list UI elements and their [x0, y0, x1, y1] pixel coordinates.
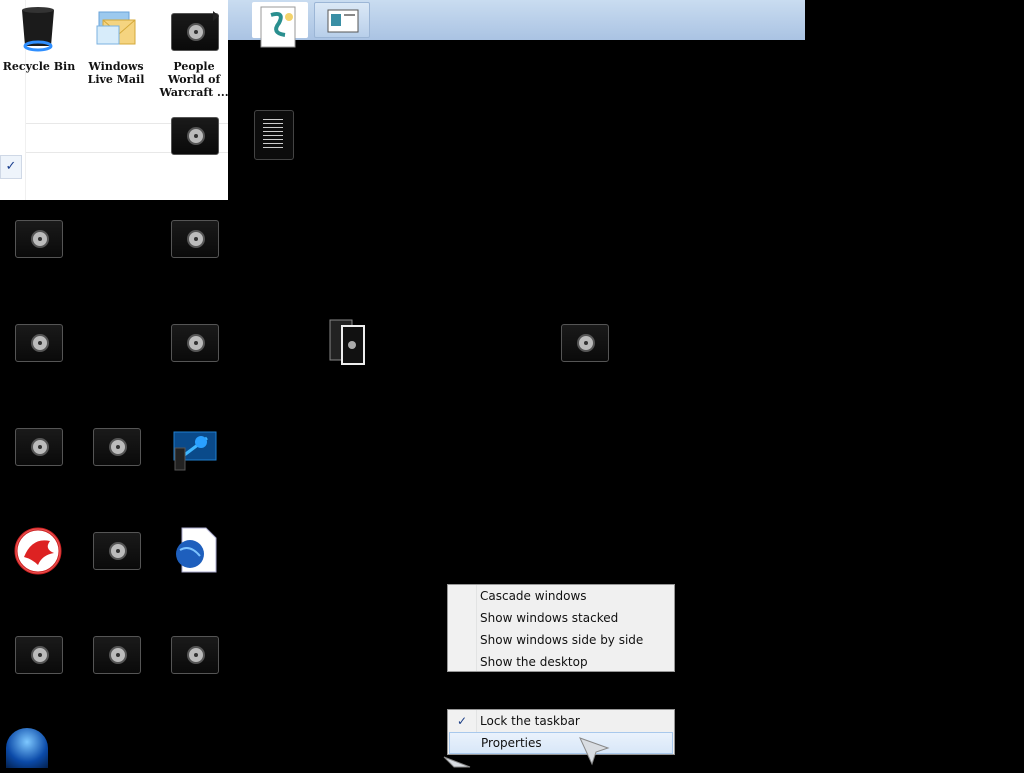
taskbar-button-window[interactable]	[314, 2, 370, 38]
copy-windows-icon[interactable]	[328, 318, 366, 366]
menu-item-properties[interactable]: Properties	[449, 732, 673, 754]
drive-icon[interactable]	[93, 636, 141, 674]
drive-icon[interactable]	[15, 636, 63, 674]
menu-item-label: Properties	[481, 736, 542, 750]
drive-icon[interactable]	[15, 428, 63, 466]
start-orb-icon[interactable]	[6, 728, 48, 768]
menu-item-show-desktop[interactable]: Show the desktop	[448, 651, 674, 673]
desktop-overlay-panel: ✓ Recycle Bin Windows Live Mail People W…	[0, 0, 229, 200]
checkmark-icon: ✓	[456, 714, 468, 728]
menu-item-show-windows-side-by-side[interactable]: Show windows side by side	[448, 629, 674, 651]
window-icon	[327, 9, 359, 33]
drive-icon[interactable]	[93, 428, 141, 466]
windows-live-mail-label: Windows Live Mail	[87, 60, 145, 86]
drive-icon[interactable]	[171, 13, 219, 51]
mouse-cursor-icon	[578, 736, 610, 766]
drive-icon[interactable]	[93, 532, 141, 570]
menu-item-cascade-windows[interactable]: Cascade windows	[448, 585, 674, 607]
drive-icon[interactable]	[171, 220, 219, 258]
taskbar[interactable]	[228, 0, 805, 48]
menu-item-label: Lock the taskbar	[480, 714, 580, 728]
taskbar-context-menu: ✓ Lock the taskbar Properties	[447, 709, 675, 755]
drive-icon[interactable]	[561, 324, 609, 362]
red-dragon-icon[interactable]	[14, 527, 64, 575]
drive-icon[interactable]	[171, 636, 219, 674]
windows-live-mail-icon[interactable]	[95, 10, 139, 50]
taskbar-context-menu-windows: Cascade windows Show windows stacked Sho…	[447, 584, 675, 672]
mouse-cursor-icon	[442, 754, 472, 768]
menu-item-lock-taskbar[interactable]: ✓ Lock the taskbar	[448, 710, 674, 732]
drive-icon[interactable]	[15, 324, 63, 362]
drive-icon[interactable]	[171, 117, 219, 155]
mouse-cursor-icon	[213, 6, 219, 21]
document-icon[interactable]	[254, 110, 294, 160]
web-document-icon[interactable]	[172, 526, 218, 574]
recycle-bin-icon[interactable]	[18, 6, 58, 54]
taskbar-button-script[interactable]	[252, 2, 308, 48]
checkbox-checked[interactable]: ✓	[0, 155, 22, 179]
world-of-warcraft-label: People World of Warcraft ...	[159, 60, 229, 99]
drive-icon[interactable]	[171, 324, 219, 362]
script-icon	[260, 6, 296, 48]
drive-icon[interactable]	[15, 220, 63, 258]
recycle-bin-label: Recycle Bin	[2, 60, 76, 73]
monitor-globe-icon[interactable]	[171, 424, 219, 472]
menu-item-show-windows-stacked[interactable]: Show windows stacked	[448, 607, 674, 629]
